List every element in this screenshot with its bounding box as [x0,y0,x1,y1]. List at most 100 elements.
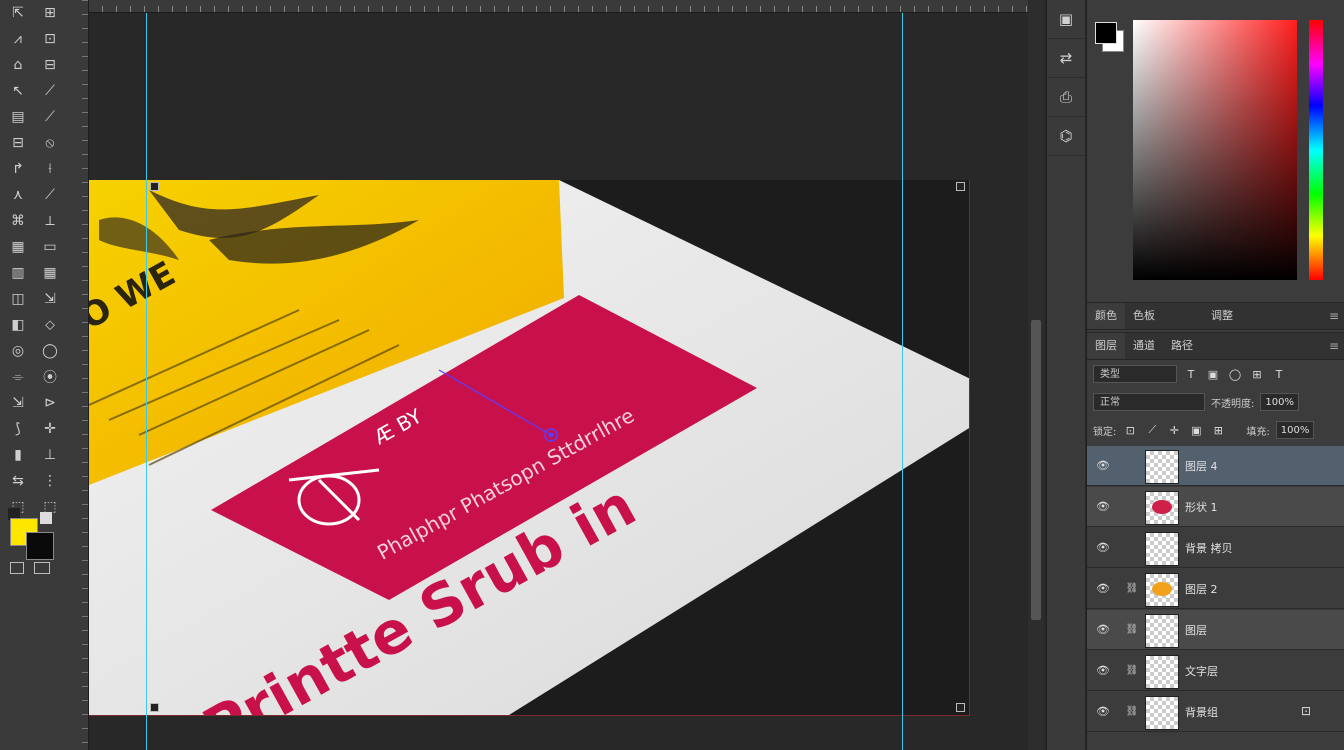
tool-left-9-icon[interactable]: ⌘ [4,208,32,234]
guide-left[interactable] [146,13,147,750]
tool-right-5-icon[interactable]: ⟋ [36,104,64,130]
tool-right-4-icon[interactable]: ⟋ [36,78,64,104]
vertical-ruler[interactable] [66,0,89,750]
tool-left-6-icon[interactable]: ⊟ [4,130,32,156]
tool-left-5-icon[interactable]: ▤ [4,104,32,130]
tool-left-18-icon[interactable]: ▮ [4,442,32,468]
tool-left-11-icon[interactable]: ▥ [4,260,32,286]
hue-slider[interactable] [1309,20,1323,280]
guide-right[interactable] [902,13,903,750]
layer-thumbnail[interactable] [1145,491,1179,525]
tool-left-12-icon[interactable]: ◫ [4,286,32,312]
layer-name[interactable]: 形状 1 [1185,499,1218,515]
tab-layers[interactable]: 图层 [1087,333,1125,359]
tool-right-19-icon[interactable]: ⋮ [36,468,64,494]
transform-handle-bottom-left[interactable] [150,703,159,712]
layer-thumbnail[interactable] [1145,450,1179,484]
tool-left-7-icon[interactable]: ↱ [4,156,32,182]
tool-right-6-icon[interactable]: ⦸ [36,130,64,156]
layer-thumbnail[interactable] [1145,655,1179,689]
layer-visibility-eye-icon[interactable]: 👁 [1095,581,1111,597]
transform-handle-top-right[interactable] [956,182,965,191]
scrollbar-thumb[interactable] [1031,320,1041,620]
tool-left-4-icon[interactable]: ↖ [4,78,32,104]
tool-right-15-icon[interactable]: ⦿ [36,364,64,390]
layer-filter-select[interactable]: 类型 [1093,365,1177,383]
tab-adjustments[interactable]: 调整 [1203,303,1241,329]
transform-handle-top-left[interactable] [150,182,159,191]
tool-left-2-icon[interactable]: ⩘ [4,26,32,52]
tool-right-14-icon[interactable]: ◯ [36,338,64,364]
tool-right-9-icon[interactable]: ⟂ [36,208,64,234]
color-panel-foreground[interactable] [1095,22,1117,44]
layer-visibility-eye-icon[interactable]: 👁 [1095,499,1111,515]
layer-row[interactable]: 👁 ⛓ 文字层 [1087,651,1344,691]
tool-right-7-icon[interactable]: ⟊ [36,156,64,182]
tool-left-1-icon[interactable]: ⇱ [4,0,32,26]
layers-menu-icon[interactable]: ≡ [1329,339,1339,353]
layer-visibility-eye-icon[interactable]: 👁 [1095,663,1111,679]
filter-text-icon[interactable]: T [1183,366,1199,382]
layer-visibility-eye-icon[interactable]: 👁 [1095,622,1111,638]
swatch-small-light[interactable] [40,512,52,524]
tool-right-12-icon[interactable]: ⇲ [36,286,64,312]
panel-menu-icon[interactable]: ≡ [1329,309,1339,323]
layer-name[interactable]: 背景 拷贝 [1185,540,1233,556]
layer-row[interactable]: 👁 背景 拷贝 [1087,528,1344,568]
tool-left-19-icon[interactable]: ⇆ [4,468,32,494]
tool-right-10-icon[interactable]: ▭ [36,234,64,260]
layer-row[interactable]: 👁 ⛓ 背景组 ⊡ [1087,692,1344,732]
tool-left-13-icon[interactable]: ◧ [4,312,32,338]
tool-right-2-icon[interactable]: ⊡ [36,26,64,52]
canvas-area[interactable]: Printte Srub in Phalphpr Phatsopn Sttdrr… [89,13,1026,750]
blend-mode-select[interactable]: 正常 [1093,393,1205,411]
tool-right-16-icon[interactable]: ⊳ [36,390,64,416]
tool-left-16-icon[interactable]: ⇲ [4,390,32,416]
layer-name[interactable]: 背景组 [1185,704,1218,720]
lock-move-icon[interactable]: ✛ [1166,422,1182,438]
filter-adjust-icon[interactable]: ◯ [1227,366,1243,382]
dock-history-icon[interactable]: ▣ [1047,0,1085,39]
canvas-vertical-scrollbar[interactable] [1028,0,1044,750]
tool-right-18-icon[interactable]: ⊥ [36,442,64,468]
document-canvas[interactable]: Printte Srub in Phalphpr Phatsopn Sttdrr… [89,180,970,716]
tab-paths[interactable]: 路径 [1163,333,1201,359]
horizontal-ruler[interactable] [88,0,1028,13]
transform-handle-bottom-right[interactable] [956,703,965,712]
layer-visibility-eye-icon[interactable]: 👁 [1095,704,1111,720]
layer-row[interactable]: 👁 ⛓ 图层 [1087,610,1344,650]
layer-name[interactable]: 图层 4 [1185,458,1218,474]
layer-row[interactable]: 👁 图层 4 [1087,446,1344,486]
lock-artboard-icon[interactable]: ▣ [1188,422,1204,438]
fill-input[interactable]: 100% [1275,421,1315,439]
background-color-swatch[interactable] [26,532,54,560]
filter-shape-icon[interactable]: ⊞ [1249,366,1265,382]
filter-pixel-icon[interactable]: ▣ [1205,366,1221,382]
tab-swatches[interactable]: 色板 [1125,303,1163,329]
layer-thumbnail[interactable] [1145,696,1179,730]
tool-left-17-icon[interactable]: ⟆ [4,416,32,442]
tool-right-11-icon[interactable]: ▦ [36,260,64,286]
tool-right-8-icon[interactable]: ⟋ [36,182,64,208]
layer-name[interactable]: 图层 2 [1185,581,1218,597]
tool-left-15-icon[interactable]: ⌯ [4,364,32,390]
layer-name[interactable]: 文字层 [1185,663,1218,679]
layer-thumbnail[interactable] [1145,532,1179,566]
layer-row[interactable]: 👁 形状 1 [1087,487,1344,527]
tab-color[interactable]: 颜色 [1087,303,1125,329]
lock-all-icon[interactable]: ⊞ [1210,422,1226,438]
layer-visibility-eye-icon[interactable]: 👁 [1095,540,1111,556]
layer-visibility-eye-icon[interactable]: 👁 [1095,458,1111,474]
lock-transparent-icon[interactable]: ⊡ [1122,422,1138,438]
tool-right-1-icon[interactable]: ⊞ [36,0,64,26]
layer-name[interactable]: 图层 [1185,622,1207,638]
layer-thumbnail[interactable] [1145,614,1179,648]
dock-adjust-icon[interactable]: ⇄ [1047,39,1085,78]
quick-mask-icon[interactable] [10,562,24,574]
filter-type-icon[interactable]: T [1271,366,1287,382]
tool-right-17-icon[interactable]: ✛ [36,416,64,442]
tab-channels[interactable]: 通道 [1125,333,1163,359]
lock-paint-icon[interactable]: ⟋ [1144,422,1160,438]
opacity-input[interactable]: 100% [1260,393,1299,411]
dock-print-icon[interactable]: ⎙ [1047,78,1085,117]
